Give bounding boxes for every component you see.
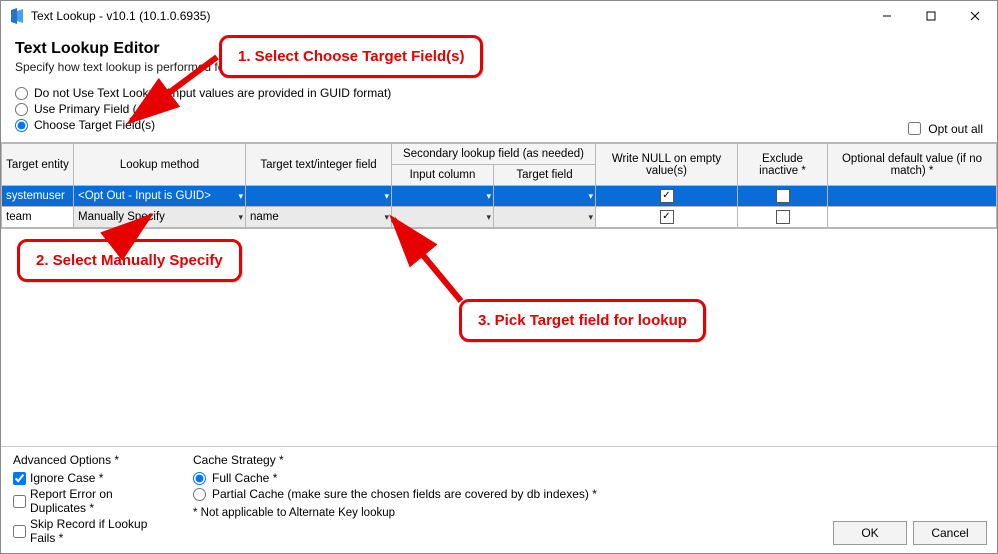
radio-use-primary-label: Use Primary Field (All) xyxy=(34,102,154,116)
ignore-case-label: Ignore Case * xyxy=(30,471,103,485)
close-button[interactable] xyxy=(953,1,997,31)
cell-entity: systemuser xyxy=(2,186,73,206)
mode-radio-group: Do not Use Text Lookup (Input values are… xyxy=(1,78,997,142)
maximize-button[interactable] xyxy=(909,1,953,31)
cell-target-text-combo[interactable]: ▾ xyxy=(246,186,391,206)
skip-record-checkbox[interactable]: Skip Record if Lookup Fails * xyxy=(13,517,169,545)
cache-footnote: * Not applicable to Alternate Key lookup xyxy=(193,507,821,519)
maximize-icon xyxy=(926,11,936,21)
col-input-column[interactable]: Input column xyxy=(392,165,494,186)
app-icon xyxy=(9,8,25,24)
col-target-field[interactable]: Target field xyxy=(494,165,596,186)
col-exclude-inactive[interactable]: Exclude inactive * xyxy=(738,144,828,186)
cell-target-field-combo[interactable]: ▾ xyxy=(494,186,595,206)
dialog-buttons: OK Cancel xyxy=(833,447,997,553)
advanced-title: Advanced Options * xyxy=(13,453,169,467)
cell-lookup-method-combo[interactable]: <Opt Out - Input is GUID>▾ xyxy=(74,186,245,206)
editor-header: Text Lookup Editor Specify how text look… xyxy=(1,32,997,78)
lookup-grid: Target entity Lookup method Target text/… xyxy=(1,142,997,229)
col-target-entity[interactable]: Target entity xyxy=(2,144,74,186)
full-cache-label: Full Cache * xyxy=(212,471,277,485)
radio-do-not-use[interactable]: Do not Use Text Lookup (Input values are… xyxy=(15,86,983,100)
chevron-down-icon: ▾ xyxy=(238,191,243,202)
cell-target-text-combo[interactable]: name▾ xyxy=(246,207,391,227)
radio-use-primary[interactable]: Use Primary Field (All) xyxy=(15,102,983,116)
col-write-null[interactable]: Write NULL on empty value(s) xyxy=(596,144,738,186)
cache-strategy-panel: Cache Strategy * Full Cache * Partial Ca… xyxy=(181,447,833,553)
chevron-down-icon: ▾ xyxy=(486,212,491,223)
cell-input-column-combo[interactable]: ▾ xyxy=(392,186,493,206)
annotation-step3: 3. Pick Target field for lookup xyxy=(459,299,706,342)
cache-title: Cache Strategy * xyxy=(193,453,821,467)
annotation-step2: 2. Select Manually Specify xyxy=(17,239,242,282)
radio-choose-target-label: Choose Target Field(s) xyxy=(34,118,155,132)
title-bar: Text Lookup - v10.1 (10.1.0.6935) xyxy=(1,1,997,32)
chevron-down-icon: ▾ xyxy=(588,212,593,223)
cell-default[interactable] xyxy=(828,207,996,227)
report-error-label: Report Error on Duplicates * xyxy=(30,487,169,515)
col-optional-default[interactable]: Optional default value (if no match) * xyxy=(828,144,997,186)
col-target-text-field[interactable]: Target text/integer field xyxy=(246,144,392,186)
cell-exclude-inactive-checkbox[interactable] xyxy=(776,189,790,203)
report-error-checkbox[interactable]: Report Error on Duplicates * xyxy=(13,487,169,515)
col-secondary-group: Secondary lookup field (as needed) xyxy=(392,144,596,165)
advanced-options-panel: Advanced Options * Ignore Case * Report … xyxy=(1,447,181,553)
minimize-icon xyxy=(882,11,892,21)
app-window: Text Lookup - v10.1 (10.1.0.6935) Text L… xyxy=(0,0,998,554)
footer-panel: Advanced Options * Ignore Case * Report … xyxy=(1,446,997,553)
table-row[interactable]: systemuser <Opt Out - Input is GUID>▾ ▾ … xyxy=(2,186,997,207)
chevron-down-icon: ▾ xyxy=(384,191,389,202)
minimize-button[interactable] xyxy=(865,1,909,31)
cell-input-column-combo[interactable]: ▾ xyxy=(392,207,493,227)
partial-cache-radio[interactable]: Partial Cache (make sure the chosen fiel… xyxy=(193,487,821,501)
close-icon xyxy=(970,11,980,21)
cell-lookup-method-combo[interactable]: Manually Specify▾ xyxy=(74,207,245,227)
cell-exclude-inactive-checkbox[interactable] xyxy=(776,210,790,224)
chevron-down-icon: ▾ xyxy=(384,212,389,223)
cell-entity: team xyxy=(2,207,73,227)
page-subtitle: Specify how text lookup is performed fo xyxy=(15,60,983,74)
page-title: Text Lookup Editor xyxy=(15,40,983,58)
chevron-down-icon: ▾ xyxy=(486,191,491,202)
radio-choose-target[interactable]: Choose Target Field(s) xyxy=(15,118,983,132)
ignore-case-checkbox[interactable]: Ignore Case * xyxy=(13,471,169,485)
skip-record-label: Skip Record if Lookup Fails * xyxy=(30,517,169,545)
col-lookup-method[interactable]: Lookup method xyxy=(74,144,246,186)
ok-button[interactable]: OK xyxy=(833,521,907,545)
window-title: Text Lookup - v10.1 (10.1.0.6935) xyxy=(31,9,210,23)
radio-do-not-use-label: Do not Use Text Lookup (Input values are… xyxy=(34,86,391,100)
cell-write-null-checkbox[interactable] xyxy=(660,189,674,203)
cancel-button[interactable]: Cancel xyxy=(913,521,987,545)
cell-default[interactable] xyxy=(828,186,996,206)
full-cache-radio[interactable]: Full Cache * xyxy=(193,471,821,485)
annotation-step1: 1. Select Choose Target Field(s) xyxy=(219,35,483,78)
chevron-down-icon: ▾ xyxy=(238,212,243,223)
cell-target-field-combo[interactable]: ▾ xyxy=(494,207,595,227)
opt-out-all-label: Opt out all xyxy=(928,122,983,136)
opt-out-all-checkbox[interactable]: Opt out all xyxy=(904,119,983,138)
chevron-down-icon: ▾ xyxy=(588,191,593,202)
partial-cache-label: Partial Cache (make sure the chosen fiel… xyxy=(212,487,597,501)
cell-write-null-checkbox[interactable] xyxy=(660,210,674,224)
table-row[interactable]: team Manually Specify▾ name▾ ▾ ▾ xyxy=(2,207,997,228)
